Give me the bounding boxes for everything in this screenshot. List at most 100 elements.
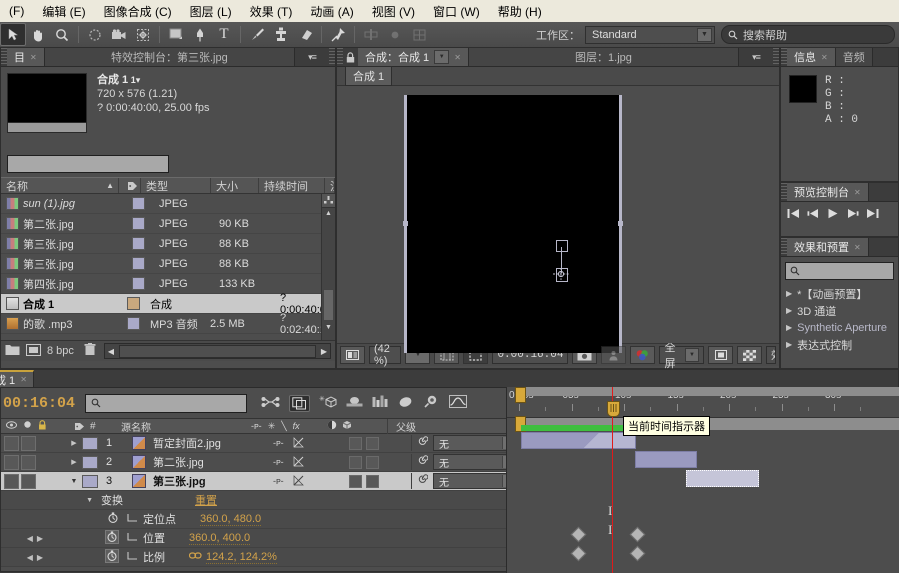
graph-toggle-icon[interactable] [127,532,138,545]
property-disclosure-triangle-icon[interactable]: ▼ [86,497,93,504]
handle-right[interactable] [618,221,623,226]
keyframe-navigator[interactable]: ◀ ▶ [1,534,47,543]
scroll-down-arrow[interactable]: ▼ [322,321,335,334]
zoom-level-select[interactable]: (42 %) [369,343,402,367]
timeline-search-input[interactable] [85,393,248,413]
timeline-current-time[interactable]: 00:16:04 [1,395,75,412]
timeline-clip-bar[interactable] [686,470,759,487]
project-item-row[interactable]: sun (1).jpg JPEG [1,194,321,214]
stopwatch-icon[interactable] [107,511,119,527]
handle-left[interactable] [403,221,408,226]
video-switch[interactable] [4,454,19,470]
parent-select[interactable]: 无▼ [433,454,516,470]
project-item-row[interactable]: 合成 1合成? 0:00:40:00 [1,292,321,316]
current-time-indicator-head[interactable] [607,401,620,417]
close-icon[interactable]: ✕ [821,53,828,62]
graph-toggle-icon[interactable] [127,551,138,564]
project-item-label-swatch[interactable] [127,297,140,310]
show-snapshot-button[interactable] [601,346,627,364]
layer-disclosure-triangle-icon[interactable]: ▼ [66,478,82,485]
comp-panel-menu[interactable]: ▾≡ [739,48,773,66]
effects-search-input[interactable] [785,262,894,280]
layer-disclosure-triangle-icon[interactable]: ▶ [66,458,82,466]
motion-blur-icon[interactable] [346,396,363,411]
timeline-ruler[interactable]: 0:00s05s10s15s20s25s30s [507,387,899,418]
timeline-clip-area[interactable]: II [507,416,899,573]
col-comment[interactable]: 注 [325,178,335,193]
brainstorm-icon[interactable] [423,395,440,411]
menu-item-1[interactable]: 编辑 (E) [33,1,94,22]
project-scrollbar[interactable]: ▲ ▼ [321,194,335,340]
project-item-label-swatch[interactable] [127,317,140,330]
video-switch[interactable] [4,435,19,451]
menu-item-6[interactable]: 视图 (V) [363,1,424,22]
layer-disclosure-triangle-icon[interactable]: ▶ [66,439,82,447]
project-item-row[interactable]: 的歌 .mp3 MP3 音频 2.5 MB ? 0:02:40:16 [1,312,321,336]
disclosure-triangle-icon[interactable]: ▶ [786,306,792,315]
parent-select[interactable]: 无▼ [433,473,516,489]
video-switch[interactable] [4,473,19,489]
quality-switch[interactable] [293,474,304,488]
shape-tool[interactable] [164,24,188,45]
zoom-tool[interactable] [50,24,74,45]
work-area-bar[interactable] [519,387,899,396]
project-item-label-swatch[interactable] [131,237,145,250]
comp-viewer[interactable] [337,86,779,353]
workspace-select[interactable]: Standard ▼ [585,25,715,44]
info-panel-grip[interactable] [781,48,787,66]
audio-switch[interactable] [21,435,36,451]
project-hscrollbar[interactable]: ◀ ▶ [103,343,331,359]
hscroll-right-arrow[interactable]: ▶ [318,347,330,356]
tab-effect-controls[interactable]: 特效控制台：第三张.jpg [44,48,295,66]
help-search-input[interactable]: 搜索帮助 [721,25,895,44]
menu-item-7[interactable]: 窗口 (W) [424,1,489,22]
last-frame-button[interactable] [866,208,879,222]
menu-item-8[interactable]: 帮助 (H) [489,1,551,22]
pan-behind-tool[interactable] [131,24,155,45]
property-value-wrap[interactable]: 重置 [195,492,217,508]
scroll-up-arrow[interactable]: ▲ [322,208,335,219]
layer-3d-switch[interactable] [349,455,362,469]
close-icon[interactable]: ✕ [20,375,27,384]
eraser-tool[interactable] [293,24,317,45]
timeline-graph-area[interactable]: 0:00s05s10s15s20s25s30s II 当前时间指示器 [506,387,899,573]
keyframe-marker[interactable] [570,545,587,562]
parent-select[interactable]: 无▼ [433,435,516,451]
layer-motionblur-switch[interactable] [366,455,379,469]
next-keyframe-arrow[interactable]: ▶ [37,553,43,562]
effects-panel-grip[interactable] [781,238,787,256]
quality-switch[interactable] [293,436,304,450]
menu-item-3[interactable]: 图层 (L) [181,1,241,22]
disclosure-triangle-icon[interactable]: ▶ [786,340,792,349]
text-tool[interactable]: T [212,24,236,45]
stopwatch-icon[interactable] [105,529,119,547]
graph-editor-icon[interactable] [372,395,388,411]
timeline-clip-bar[interactable] [635,451,697,468]
shy-switch[interactable]: -ᴘ- [273,476,284,486]
next-frame-button[interactable] [846,208,859,222]
next-keyframe-arrow[interactable]: ▶ [37,534,43,543]
layer-label-color[interactable] [82,436,98,450]
active-camera-select[interactable]: 有效摄 [766,346,776,364]
new-folder-icon[interactable] [5,344,20,359]
parent-pickwhip-icon[interactable] [417,474,429,488]
prev-keyframe-arrow[interactable]: ◀ [27,553,33,562]
always-preview-button[interactable] [340,346,365,364]
parent-pickwhip-icon[interactable] [417,455,429,469]
audio-switch[interactable] [21,473,36,489]
puppet-pin-tool[interactable] [326,24,350,45]
panel-grip-right[interactable] [329,48,335,66]
prev-keyframe-arrow[interactable]: ◀ [27,534,33,543]
preview-panel-grip[interactable] [781,183,787,201]
hand-tool[interactable] [26,24,50,45]
solo-switch-icon[interactable] [397,396,414,411]
clone-stamp-tool[interactable] [269,24,293,45]
toggle-mask-button[interactable] [708,346,733,364]
rotation-tool[interactable] [83,24,107,45]
menu-item-2[interactable]: 图像合成 (C) [95,1,181,22]
channel-rgb-button[interactable] [630,346,656,364]
delete-icon[interactable] [84,343,96,359]
layer-handle-top[interactable] [556,240,568,252]
project-item-row[interactable]: 第二张.jpg JPEG 90 KB [1,214,321,234]
breadcrumb-item[interactable]: 合成 1 [345,66,393,86]
